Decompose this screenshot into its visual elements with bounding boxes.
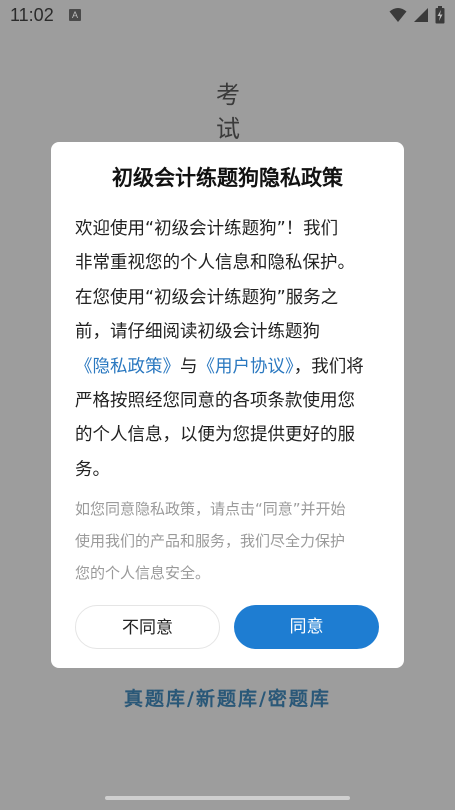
body-line: 在您使用“初级会计练题狗”服务之 xyxy=(75,287,339,308)
consent-note: 如您同意隐私政策，请点击“同意”并开始 使用我们的产品和服务，我们尽全力保护 您… xyxy=(75,493,385,589)
note-line: 您的个人信息安全。 xyxy=(75,564,211,582)
and-text: 与 xyxy=(180,356,198,377)
cellular-signal-icon xyxy=(414,8,428,22)
battery-icon xyxy=(435,6,445,24)
privacy-policy-link[interactable]: 《隐私政策》 xyxy=(75,357,180,377)
status-bar: 11:02 A xyxy=(0,0,455,32)
home-indicator[interactable] xyxy=(105,796,350,800)
dialog-title: 初级会计练题狗隐私政策 xyxy=(112,166,343,190)
body-line: 欢迎使用“初级会计练题狗”！我们 xyxy=(75,219,339,239)
body-line: 非常重视您的个人信息和隐私保护。 xyxy=(75,253,355,274)
privacy-policy-dialog: 初级会计练题狗隐私政策 欢迎使用“初级会计练题狗”！我们 非常重视您的个人信息和… xyxy=(51,142,404,668)
dialog-body: 欢迎使用“初级会计练题狗”！我们 非常重视您的个人信息和隐私保护。 在您使用“初… xyxy=(75,212,385,487)
app-title-char: 考 xyxy=(216,81,240,109)
status-icons xyxy=(389,6,445,24)
notification-icon: A xyxy=(69,9,81,21)
body-line: 的个人信息，以便为您提供更好的服 xyxy=(75,425,355,446)
status-time: 11:02 xyxy=(10,5,54,25)
question-bank-slogan: 真题库/新题库/密题库 xyxy=(124,688,331,710)
body-line: 务。 xyxy=(75,459,110,480)
body-line: 严格按照经您同意的各项条款使用您 xyxy=(75,390,355,411)
user-agreement-link[interactable]: 《用户协议》 xyxy=(198,357,294,377)
note-line: 使用我们的产品和服务，我们尽全力保护 xyxy=(75,532,346,550)
body-line-links: 《隐私政策》与《用户协议》，我们将 xyxy=(75,350,385,384)
body-line: 前，请仔细阅读初级会计练题狗 xyxy=(75,322,320,343)
agree-button[interactable]: 同意 xyxy=(234,605,379,649)
app-title-vertical: 考 试 xyxy=(213,78,243,146)
wifi-icon xyxy=(389,8,407,22)
note-line: 如您同意隐私政策，请点击“同意”并开始 xyxy=(75,500,346,518)
body-text: ，我们将 xyxy=(293,356,364,377)
app-title-char: 试 xyxy=(216,115,240,143)
disagree-button[interactable]: 不同意 xyxy=(75,605,220,649)
